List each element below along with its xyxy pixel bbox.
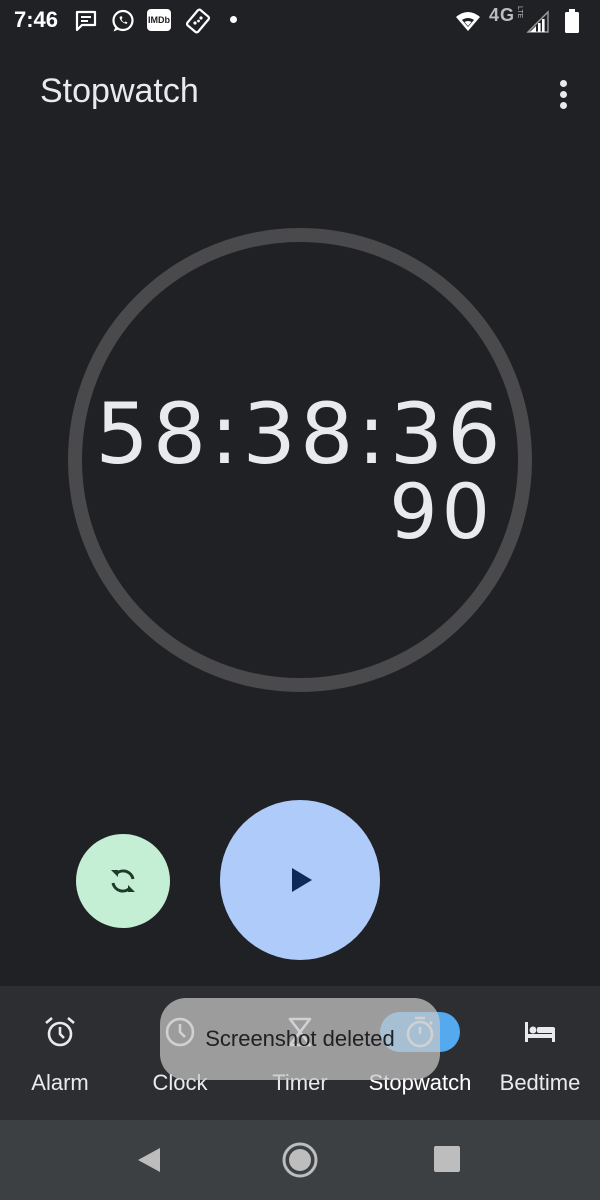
play-icon — [292, 868, 312, 892]
more-options-button[interactable] — [548, 76, 578, 112]
nav-icon-container — [20, 1012, 100, 1052]
more-vert-icon — [560, 80, 567, 87]
lte-label: LTE — [516, 6, 523, 19]
reset-button[interactable] — [76, 834, 170, 928]
alarm-icon — [45, 1017, 75, 1047]
network-type-label: 4G — [489, 5, 516, 25]
nav-label-alarm: Alarm — [31, 1070, 89, 1095]
stopwatch-screen: 7:46 IMDb 4G LTE Stopwatch 58:38:36 90 A… — [0, 0, 600, 1200]
recents-icon[interactable] — [432, 1144, 462, 1174]
nav-label-bedtime: Bedtime — [499, 1070, 581, 1095]
back-icon[interactable] — [134, 1140, 166, 1180]
imdb-icon: IMDb — [147, 9, 171, 31]
nav-item-bedtime[interactable]: Bedtime — [480, 986, 600, 1120]
elapsed-hundredths: 90 — [389, 467, 494, 556]
notification-dot — [230, 16, 237, 23]
toast-message: Screenshot deleted — [160, 998, 440, 1080]
status-bar: 7:46 IMDb 4G LTE — [0, 0, 600, 44]
bed-icon — [525, 1022, 555, 1042]
whatsapp-icon — [112, 9, 134, 32]
toast-text: Screenshot deleted — [205, 1026, 395, 1051]
home-icon[interactable] — [280, 1140, 320, 1180]
battery-icon — [565, 9, 579, 33]
more-vert-icon-dot — [560, 102, 567, 109]
more-vert-icon-dot — [560, 91, 567, 98]
play-button[interactable] — [220, 800, 380, 960]
system-navigation-bar — [0, 1120, 600, 1200]
nav-icon-container — [500, 1012, 580, 1052]
dominos-icon — [185, 8, 211, 34]
wifi-icon — [456, 12, 480, 31]
nav-item-alarm[interactable]: Alarm — [0, 986, 120, 1120]
status-time: 7:46 — [14, 7, 59, 32]
elapsed-time: 58:38:36 — [95, 385, 505, 483]
page-title: Stopwatch — [40, 72, 199, 110]
signal-icon — [526, 10, 549, 33]
reset-icon — [111, 869, 135, 893]
messages-icon — [75, 10, 97, 32]
